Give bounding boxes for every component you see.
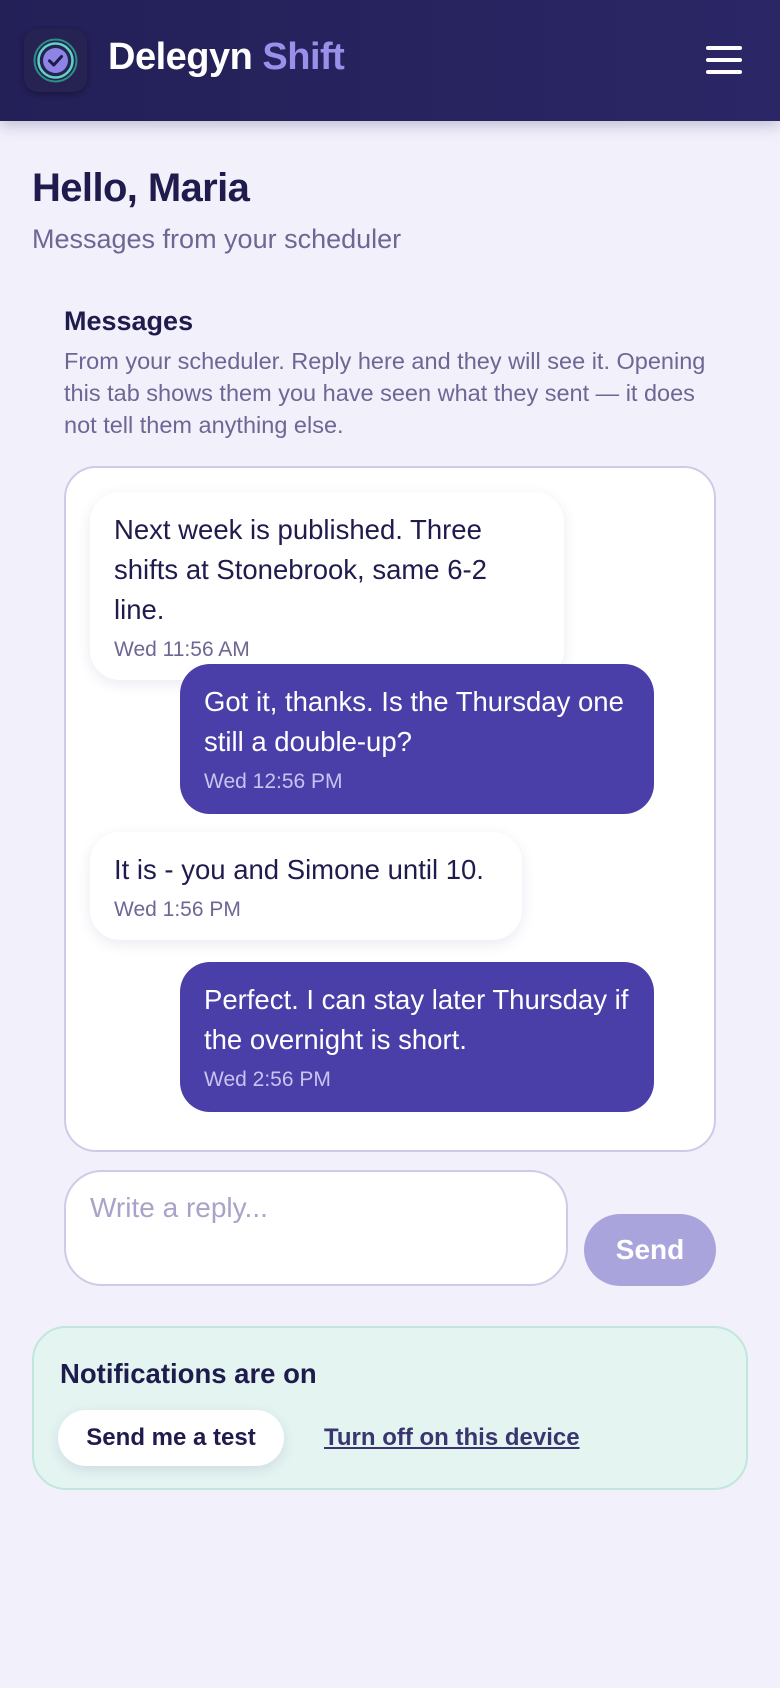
message-thread[interactable]: Next week is published. Three shifts at …: [64, 466, 716, 1152]
message-bubble-incoming: It is - you and Simone until 10. Wed 1:5…: [90, 832, 522, 940]
send-button[interactable]: Send: [584, 1214, 716, 1286]
message-bubble-outgoing: Got it, thanks. Is the Thursday one stil…: [180, 664, 654, 814]
top-bar: Delegyn Shift: [0, 0, 780, 121]
check-badge-icon: [33, 38, 78, 83]
notifications-status-title: Notifications are on: [60, 1358, 317, 1389]
brand-name-accent: Shift: [262, 36, 345, 78]
notifications-panel: Notifications are on Send me a test Turn…: [32, 1326, 748, 1490]
page-subtitle: Messages from your scheduler: [32, 224, 402, 254]
page-title: Hello, Maria: [32, 166, 250, 210]
send-test-notification-button[interactable]: Send me a test: [58, 1410, 284, 1466]
message-timestamp: Wed 11:56 AM: [114, 638, 250, 661]
message-timestamp: Wed 2:56 PM: [204, 1068, 331, 1091]
message-text: Got it, thanks. Is the Thursday one stil…: [204, 686, 624, 757]
hamburger-menu-icon[interactable]: [702, 44, 746, 76]
message-text: Perfect. I can stay later Thursday if th…: [204, 984, 629, 1055]
messages-section-title: Messages: [64, 306, 194, 336]
message-text: Next week is published. Three shifts at …: [114, 514, 487, 625]
messages-section-description: From your scheduler. Reply here and they…: [64, 348, 706, 438]
message-timestamp: Wed 12:56 PM: [204, 770, 343, 793]
brand-name-main: Delegyn: [108, 36, 253, 78]
message-timestamp: Wed 1:56 PM: [114, 898, 241, 921]
message-text: It is - you and Simone until 10.: [114, 854, 484, 885]
turn-off-notifications-link[interactable]: Turn off on this device: [324, 1424, 580, 1452]
message-bubble-outgoing: Perfect. I can stay later Thursday if th…: [180, 962, 654, 1112]
app-logo[interactable]: [24, 29, 87, 92]
brand-name: Delegyn Shift: [108, 36, 345, 79]
message-bubble-incoming: Next week is published. Three shifts at …: [90, 492, 564, 680]
reply-input[interactable]: [64, 1170, 568, 1286]
